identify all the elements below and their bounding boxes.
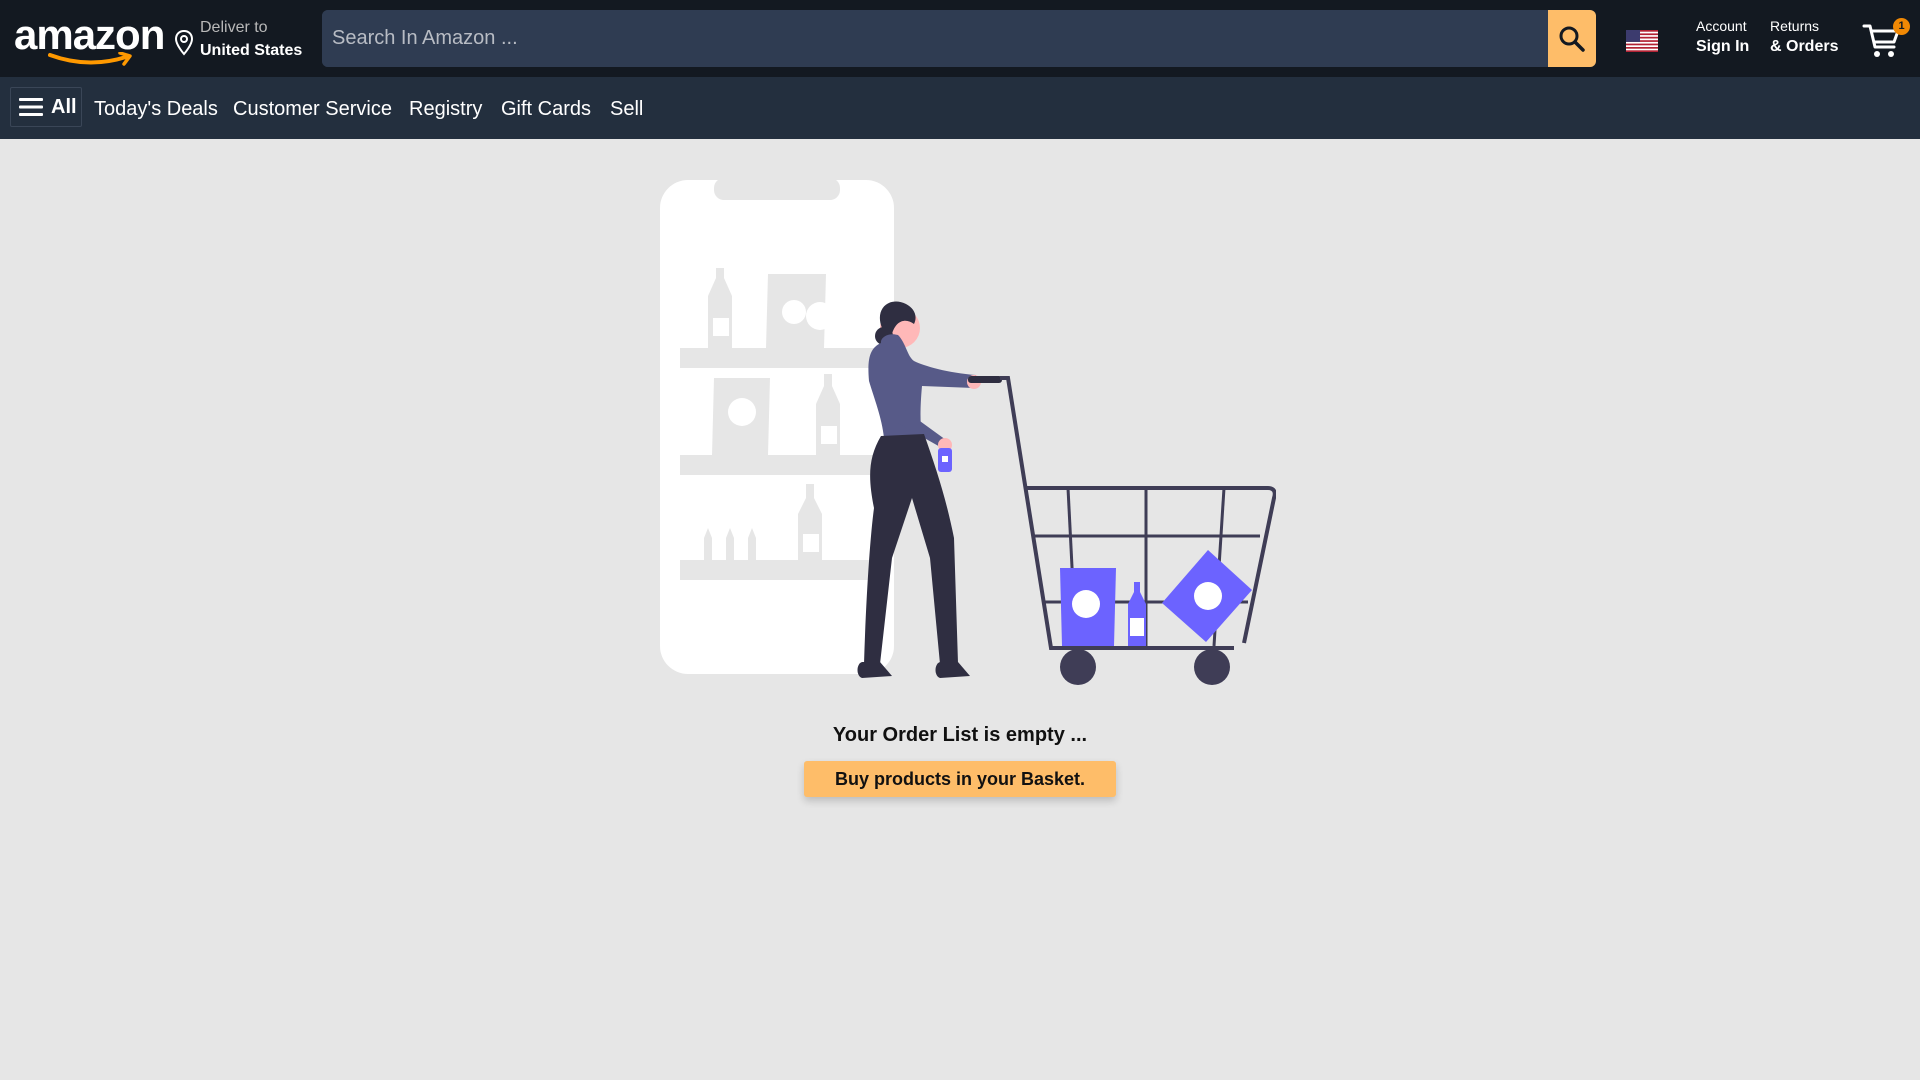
returns-label: Returns <box>1770 18 1820 34</box>
deliver-label: Deliver to <box>200 19 268 36</box>
sign-in-label: Sign In <box>1696 38 1750 55</box>
amazon-logo[interactable]: amazon <box>12 8 165 66</box>
deliver-to-location[interactable]: Deliver to United States <box>172 16 322 62</box>
nav-item-customer-service[interactable]: Customer Service <box>233 98 392 121</box>
nav-item-todays-deals[interactable]: Today's Deals <box>94 98 218 121</box>
cart-count-badge: 1 <box>1893 18 1910 35</box>
all-menu-button[interactable]: All <box>10 87 82 127</box>
account-sign-in[interactable]: Account Sign In <box>1696 16 1760 62</box>
all-menu-label: All <box>51 95 77 118</box>
deliver-country: United States <box>200 42 303 59</box>
orders-label: & Orders <box>1770 38 1839 55</box>
top-header: amazon Deliver to United States Search I… <box>0 0 1920 77</box>
location-pin-icon <box>174 30 194 56</box>
nav-item-registry[interactable]: Registry <box>409 98 482 121</box>
empty-cart-illustration <box>660 178 1276 685</box>
amazon-smile-icon <box>48 52 132 66</box>
empty-order-message: Your Order List is empty ... <box>832 724 1088 746</box>
account-label: Account <box>1696 18 1747 34</box>
nav-item-sell[interactable]: Sell <box>610 98 643 121</box>
returns-and-orders[interactable]: Returns & Orders <box>1770 16 1850 62</box>
search-input[interactable] <box>322 10 1548 67</box>
nav-bar: All Today's Deals Customer Service Regis… <box>0 77 1920 139</box>
us-flag-icon[interactable] <box>1626 30 1658 52</box>
nav-item-gift-cards[interactable]: Gift Cards <box>501 98 591 121</box>
search-button[interactable] <box>1548 10 1596 67</box>
hamburger-menu-icon <box>19 98 43 116</box>
buy-products-button[interactable]: Buy products in your Basket. <box>804 761 1116 797</box>
cart-button[interactable]: 1 <box>1862 18 1910 62</box>
search-icon <box>1559 26 1585 52</box>
search-bar <box>322 10 1596 67</box>
